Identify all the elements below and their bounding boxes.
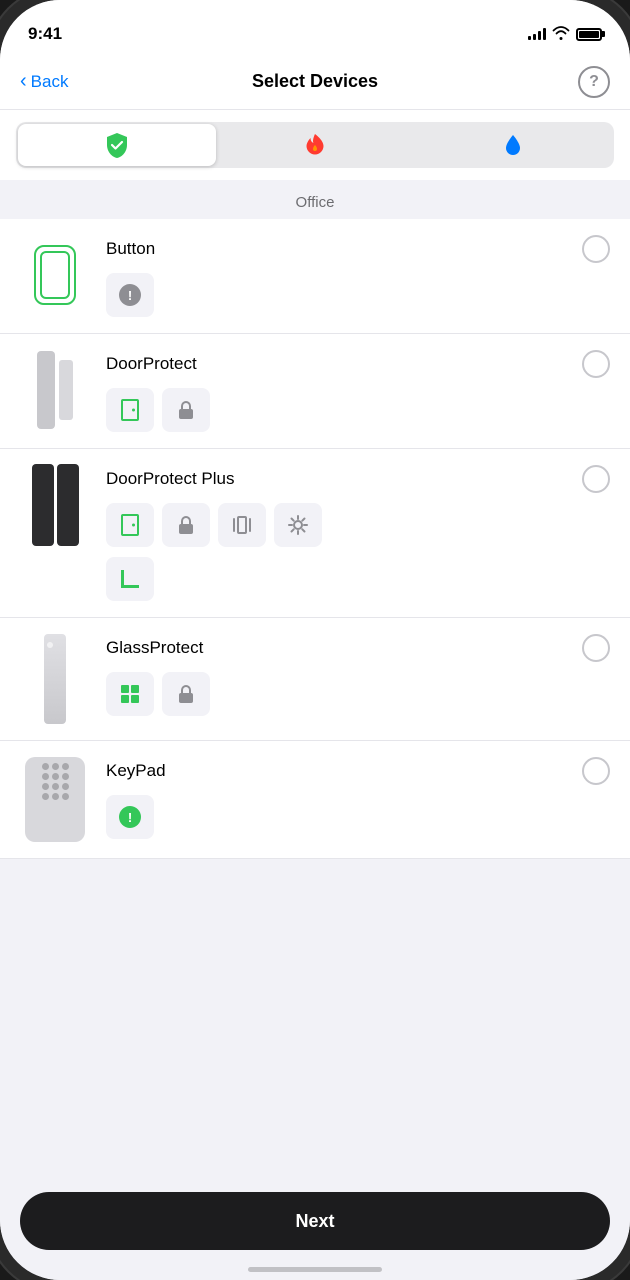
alert-icon: ! <box>119 284 141 306</box>
shield-icon <box>103 131 131 159</box>
main-content: Office Button ! <box>0 110 630 1280</box>
back-chevron-icon: ‹ <box>20 70 27 93</box>
glassprotect-device-icon <box>44 634 66 724</box>
grid-icon <box>121 685 139 703</box>
lock-icon <box>177 401 195 419</box>
back-label: Back <box>31 72 69 92</box>
tag-bracket <box>106 557 154 601</box>
device-image-glassprotect <box>20 634 90 724</box>
tab-water[interactable] <box>414 124 612 166</box>
device-header-button: Button <box>106 235 610 263</box>
help-button[interactable]: ? <box>578 66 610 98</box>
battery-icon <box>576 28 602 41</box>
device-tags-keypad: ! <box>106 795 610 839</box>
tab-fire[interactable] <box>216 124 414 166</box>
device-image-doorprotect-plus <box>20 465 90 545</box>
device-name: Button <box>106 239 155 259</box>
tag-vibration <box>218 503 266 547</box>
next-button-container: Next <box>20 1192 610 1250</box>
device-content-button: Button ! <box>106 235 610 317</box>
tag-door <box>106 388 154 432</box>
phone-shell: 9:41 ‹ Back Sele <box>0 0 630 1280</box>
nav-bar: ‹ Back Select Devices ? <box>0 54 630 110</box>
list-item: DoorProtect <box>0 334 630 449</box>
device-content-keypad: KeyPad ! <box>106 757 610 839</box>
lock-icon <box>177 685 195 703</box>
next-button[interactable]: Next <box>20 1192 610 1250</box>
home-indicator <box>248 1267 382 1272</box>
device-header-keypad: KeyPad <box>106 757 610 785</box>
device-name: KeyPad <box>106 761 166 781</box>
list-item: Button ! <box>0 219 630 334</box>
tag-lock <box>162 503 210 547</box>
list-item: DoorProtect Plus <box>0 449 630 618</box>
tag-sun <box>274 503 322 547</box>
section-label: Office <box>296 194 335 211</box>
status-time: 9:41 <box>28 24 62 44</box>
device-tags-button: ! <box>106 273 610 317</box>
segment-container <box>0 110 630 180</box>
device-header-doorprotect-plus: DoorProtect Plus <box>106 465 610 493</box>
device-image-doorprotect <box>20 350 90 430</box>
device-name: DoorProtect Plus <box>106 469 235 489</box>
tag-grid <box>106 672 154 716</box>
sun-icon <box>287 514 309 536</box>
status-bar: 9:41 <box>0 0 630 54</box>
device-header-glassprotect: GlassProtect <box>106 634 610 662</box>
page-title: Select Devices <box>252 71 378 92</box>
help-icon: ? <box>589 73 599 91</box>
tag-lock <box>162 672 210 716</box>
device-image-keypad <box>20 757 90 842</box>
device-tags-doorprotect <box>106 388 610 432</box>
fire-icon <box>301 131 329 159</box>
device-tags-glassprotect <box>106 672 610 716</box>
device-tags-doorprotect-plus-2 <box>106 557 610 601</box>
device-select-radio[interactable] <box>582 235 610 263</box>
keypad-device-icon <box>25 757 85 842</box>
device-select-radio[interactable] <box>582 465 610 493</box>
segment-control <box>16 122 614 168</box>
status-icons <box>528 26 602 43</box>
next-label: Next <box>295 1211 334 1232</box>
device-header-doorprotect: DoorProtect <box>106 350 610 378</box>
signal-icon <box>528 28 546 40</box>
device-content-glassprotect: GlassProtect <box>106 634 610 716</box>
tag-alert-green: ! <box>106 795 154 839</box>
device-name: GlassProtect <box>106 638 203 658</box>
device-select-radio[interactable] <box>582 350 610 378</box>
door-icon <box>121 399 139 421</box>
wifi-icon <box>552 26 570 43</box>
water-icon <box>499 131 527 159</box>
device-select-radio[interactable] <box>582 757 610 785</box>
button-device-icon <box>34 245 76 305</box>
device-name: DoorProtect <box>106 354 197 374</box>
back-button[interactable]: ‹ Back <box>20 71 68 93</box>
lock-icon <box>177 516 195 534</box>
doorprotect-plus-device-icon <box>32 465 79 545</box>
list-item: GlassProtect <box>0 618 630 741</box>
tab-security[interactable] <box>18 124 216 166</box>
doorprotect-device-icon <box>37 350 73 430</box>
device-content-doorprotect: DoorProtect <box>106 350 610 432</box>
device-tags-doorprotect-plus <box>106 503 610 547</box>
device-image-button <box>20 235 90 315</box>
device-select-radio[interactable] <box>582 634 610 662</box>
tag-alert: ! <box>106 273 154 317</box>
section-header: Office <box>0 180 630 219</box>
alert-green-icon: ! <box>119 806 141 828</box>
vibration-icon <box>233 516 251 534</box>
door-icon <box>121 514 139 536</box>
tag-lock <box>162 388 210 432</box>
device-content-doorprotect-plus: DoorProtect Plus <box>106 465 610 601</box>
bracket-icon <box>121 570 139 588</box>
tag-door <box>106 503 154 547</box>
list-item: KeyPad ! <box>0 741 630 859</box>
